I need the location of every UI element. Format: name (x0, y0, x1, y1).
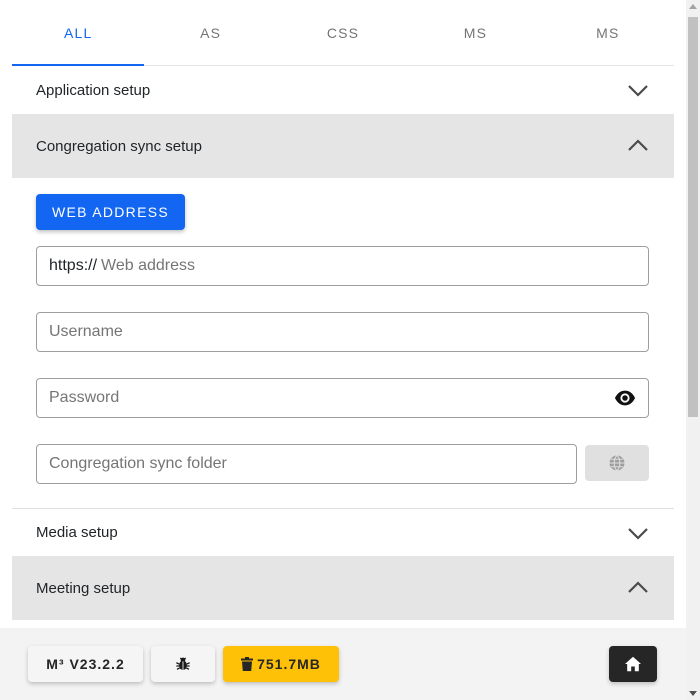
meeting-setup-title: Meeting setup (36, 579, 131, 597)
clear-cache-button[interactable]: 751.7MB (223, 646, 339, 682)
congregation-sync-section: Congregation sync setup (12, 114, 674, 178)
tab-all[interactable]: ALL (12, 0, 145, 66)
url-prefix: https:// (49, 257, 98, 274)
cache-size-label: 751.7MB (257, 656, 321, 672)
application-setup-section: Application setup (12, 66, 674, 115)
media-setup-section: Media setup (12, 509, 674, 557)
scroll-down-arrow[interactable] (689, 691, 697, 696)
web-address-input[interactable] (101, 257, 636, 275)
bug-icon (176, 657, 190, 670)
congregation-sync-header[interactable]: Congregation sync setup (12, 114, 674, 178)
sync-folder-input[interactable] (49, 455, 564, 473)
sync-folder-field (36, 444, 577, 484)
tab-ms-2[interactable]: MS (542, 0, 674, 65)
web-address-button[interactable]: WEB ADDRESS (36, 194, 185, 230)
username-input[interactable] (49, 323, 636, 341)
report-bug-button[interactable] (151, 646, 215, 682)
chevron-up-icon (628, 581, 648, 593)
media-setup-title: Media setup (36, 524, 118, 541)
browse-folder-button[interactable] (585, 445, 649, 481)
meeting-setup-header[interactable]: Meeting setup (12, 556, 674, 620)
eye-icon[interactable] (614, 387, 636, 409)
settings-tabs: ALL AS CSS MS MS (12, 0, 674, 66)
trash-icon (241, 657, 254, 671)
tab-ms-1[interactable]: MS (409, 0, 541, 65)
chevron-up-icon (628, 139, 648, 151)
application-setup-title: Application setup (36, 81, 151, 99)
chevron-down-icon (628, 85, 648, 97)
meeting-setup-section: Meeting setup (12, 556, 674, 620)
media-setup-header[interactable]: Media setup (12, 509, 674, 556)
tab-css[interactable]: CSS (277, 0, 409, 65)
password-input[interactable] (49, 389, 614, 407)
tab-as[interactable]: AS (144, 0, 276, 65)
password-field (36, 378, 649, 418)
web-address-field: https:// (36, 246, 649, 286)
application-setup-header[interactable]: Application setup (12, 66, 674, 114)
username-field (36, 312, 649, 352)
congregation-sync-body: WEB ADDRESS https:// (12, 178, 674, 509)
home-icon (625, 656, 641, 672)
home-button[interactable] (609, 646, 657, 682)
version-button[interactable]: M³ V23.2.2 (28, 646, 143, 682)
globe-icon (609, 455, 625, 471)
footer-bar: M³ V23.2.2 751.7MB (0, 628, 686, 700)
scrollbar-thumb[interactable] (688, 17, 698, 417)
congregation-sync-title: Congregation sync setup (36, 137, 202, 155)
chevron-down-icon (628, 527, 648, 540)
vertical-scrollbar[interactable] (686, 0, 700, 700)
scroll-up-arrow[interactable] (689, 4, 697, 9)
